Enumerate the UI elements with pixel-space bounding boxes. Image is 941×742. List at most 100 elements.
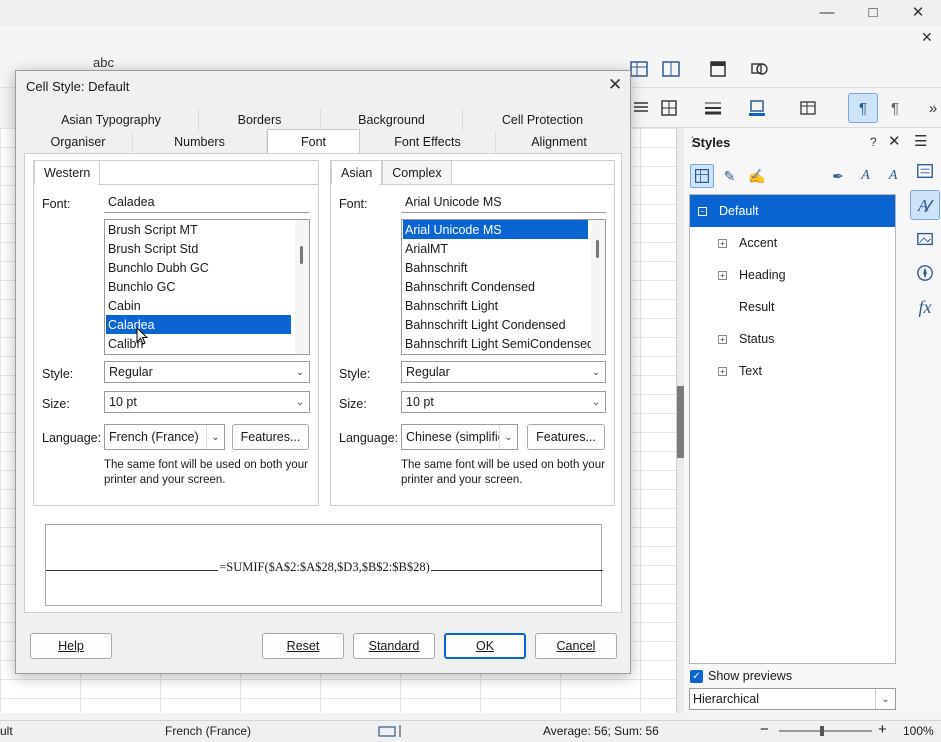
- columns-icon[interactable]: [660, 58, 682, 80]
- zoom-slider-thumb[interactable]: [820, 726, 824, 736]
- chevron-down-icon[interactable]: ⌄: [875, 689, 895, 709]
- expand-icon[interactable]: +: [718, 238, 727, 248]
- border-color-icon[interactable]: [746, 97, 768, 119]
- shapes-icon[interactable]: [748, 58, 770, 80]
- font-list-scrollbar[interactable]: [591, 220, 605, 354]
- asian-font-name-input[interactable]: Arial Unicode MS: [401, 191, 606, 213]
- style-item-status[interactable]: + Status: [690, 323, 895, 355]
- collapse-icon[interactable]: −: [698, 206, 707, 216]
- list-item[interactable]: Bahnschrift Light Condensed: [403, 315, 590, 334]
- page-styles-icon[interactable]: ✎: [718, 164, 742, 188]
- list-item[interactable]: ArialMT: [403, 239, 590, 258]
- tab-cell-protection[interactable]: Cell Protection: [463, 109, 622, 131]
- insert-table-icon[interactable]: [628, 58, 650, 80]
- spellcheck-label[interactable]: abc: [93, 55, 114, 70]
- rtl-paragraph-icon[interactable]: ¶: [884, 97, 906, 119]
- scrollbar-thumb[interactable]: [596, 240, 599, 258]
- tab-asian-typography[interactable]: Asian Typography: [24, 109, 199, 131]
- tab-background[interactable]: Background: [321, 109, 463, 131]
- maximize-icon[interactable]: □: [850, 0, 896, 24]
- tab-font[interactable]: Font: [267, 129, 360, 153]
- font-style-select[interactable]: Regular ⌄: [104, 361, 310, 383]
- list-item-selected[interactable]: Caladea: [106, 315, 291, 334]
- help-button[interactable]: Help: [30, 633, 112, 659]
- selection-mode-icon[interactable]: [378, 724, 406, 738]
- drawing-styles-icon[interactable]: ✍: [745, 164, 769, 188]
- show-previews-checkbox[interactable]: ✓: [690, 669, 703, 683]
- font-name-list[interactable]: Brush Script MT Brush Script Std Bunchlo…: [104, 219, 310, 355]
- minimize-icon[interactable]: —: [804, 0, 850, 24]
- zoom-in-icon[interactable]: +: [878, 721, 887, 738]
- list-item-selected[interactable]: Arial Unicode MS: [403, 220, 588, 239]
- expand-icon[interactable]: +: [718, 366, 727, 376]
- borders-icon[interactable]: [658, 97, 680, 119]
- asian-font-name-list[interactable]: Arial Unicode MS ArialMT Bahnschrift Bah…: [401, 219, 606, 355]
- tab-alignment[interactable]: Alignment: [496, 131, 622, 153]
- tab-font-effects[interactable]: Font Effects: [360, 131, 496, 153]
- features-button[interactable]: Features...: [232, 424, 309, 450]
- language-select[interactable]: French (France) ⌄: [104, 424, 225, 450]
- styles-deck-icon[interactable]: A: [910, 190, 940, 220]
- style-item-heading[interactable]: + Heading: [690, 259, 895, 291]
- sidebar-menu-icon[interactable]: ☰: [914, 132, 927, 150]
- style-filter-select[interactable]: Hierarchical ⌄: [689, 688, 896, 710]
- ltr-paragraph-icon[interactable]: ¶: [848, 93, 878, 123]
- style-item-default[interactable]: − Default: [690, 195, 895, 227]
- border-style-icon[interactable]: [702, 97, 724, 119]
- tab-numbers[interactable]: Numbers: [133, 131, 267, 153]
- properties-deck-icon[interactable]: [910, 156, 940, 186]
- gallery-deck-icon[interactable]: [910, 224, 940, 254]
- update-style-icon[interactable]: A: [881, 164, 905, 188]
- chevron-down-icon[interactable]: ⌄: [291, 362, 309, 382]
- chevron-down-icon[interactable]: ⌄: [206, 425, 224, 449]
- chevron-down-icon[interactable]: ⌄: [587, 392, 605, 412]
- list-item[interactable]: Bahnschrift: [403, 258, 590, 277]
- style-item-text[interactable]: + Text: [690, 355, 895, 387]
- align-justify-icon[interactable]: [630, 97, 652, 119]
- tab-organiser[interactable]: Organiser: [24, 131, 133, 153]
- sidebar-help-icon[interactable]: ?: [870, 135, 877, 149]
- zoom-out-icon[interactable]: −: [760, 721, 769, 738]
- splitter-handle[interactable]: [677, 386, 684, 458]
- list-item[interactable]: Cabin: [106, 296, 293, 315]
- chevron-down-icon[interactable]: ⌄: [499, 425, 517, 449]
- tab-borders[interactable]: Borders: [199, 109, 321, 131]
- list-item[interactable]: Calibri: [106, 334, 293, 353]
- chevron-down-icon[interactable]: ⌄: [587, 362, 605, 382]
- navigator-deck-icon[interactable]: [910, 258, 940, 288]
- list-item[interactable]: Bahnschrift Light SemiCondensed: [403, 334, 594, 353]
- conditional-format-icon[interactable]: [798, 97, 820, 119]
- cell-styles-icon[interactable]: [690, 164, 714, 188]
- sidebar-splitter[interactable]: [676, 128, 684, 713]
- asian-features-button[interactable]: Features...: [527, 424, 605, 450]
- expand-icon[interactable]: +: [718, 334, 727, 344]
- style-item-accent[interactable]: + Accent: [690, 227, 895, 259]
- asian-font-size-select[interactable]: 10 pt ⌄: [401, 391, 606, 413]
- styles-tree[interactable]: − Default + Accent + Heading Result + St…: [689, 194, 896, 664]
- tab-complex[interactable]: Complex: [382, 160, 452, 184]
- tab-asian[interactable]: Asian: [331, 160, 383, 184]
- show-previews-row[interactable]: ✓ Show previews: [690, 669, 792, 683]
- zoom-level[interactable]: 100%: [903, 724, 934, 738]
- cancel-button[interactable]: Cancel: [535, 633, 617, 659]
- zoom-slider[interactable]: [779, 726, 872, 736]
- close-document-icon[interactable]: ✕: [921, 29, 933, 46]
- list-item[interactable]: Bahnschrift Light: [403, 296, 590, 315]
- font-list-scrollbar[interactable]: [295, 220, 309, 354]
- reset-button[interactable]: Reset: [262, 633, 344, 659]
- ok-button[interactable]: OK: [444, 633, 526, 659]
- fill-format-mode-icon[interactable]: ✒: [826, 164, 850, 188]
- new-style-icon[interactable]: A: [854, 164, 878, 188]
- asian-font-style-select[interactable]: Regular ⌄: [401, 361, 606, 383]
- style-item-result[interactable]: Result: [690, 291, 895, 323]
- scrollbar-thumb[interactable]: [300, 246, 303, 264]
- expand-icon[interactable]: +: [718, 270, 727, 280]
- standard-button[interactable]: Standard: [353, 633, 435, 659]
- list-item[interactable]: Brush Script Std: [106, 239, 293, 258]
- close-icon[interactable]: ✕: [608, 75, 622, 95]
- header-footer-icon[interactable]: [707, 58, 729, 80]
- list-item[interactable]: Bahnschrift Condensed: [403, 277, 590, 296]
- list-item[interactable]: Bunchlo Dubh GC: [106, 258, 293, 277]
- more-options-icon[interactable]: »: [922, 97, 941, 119]
- font-name-input[interactable]: Caladea: [104, 191, 309, 213]
